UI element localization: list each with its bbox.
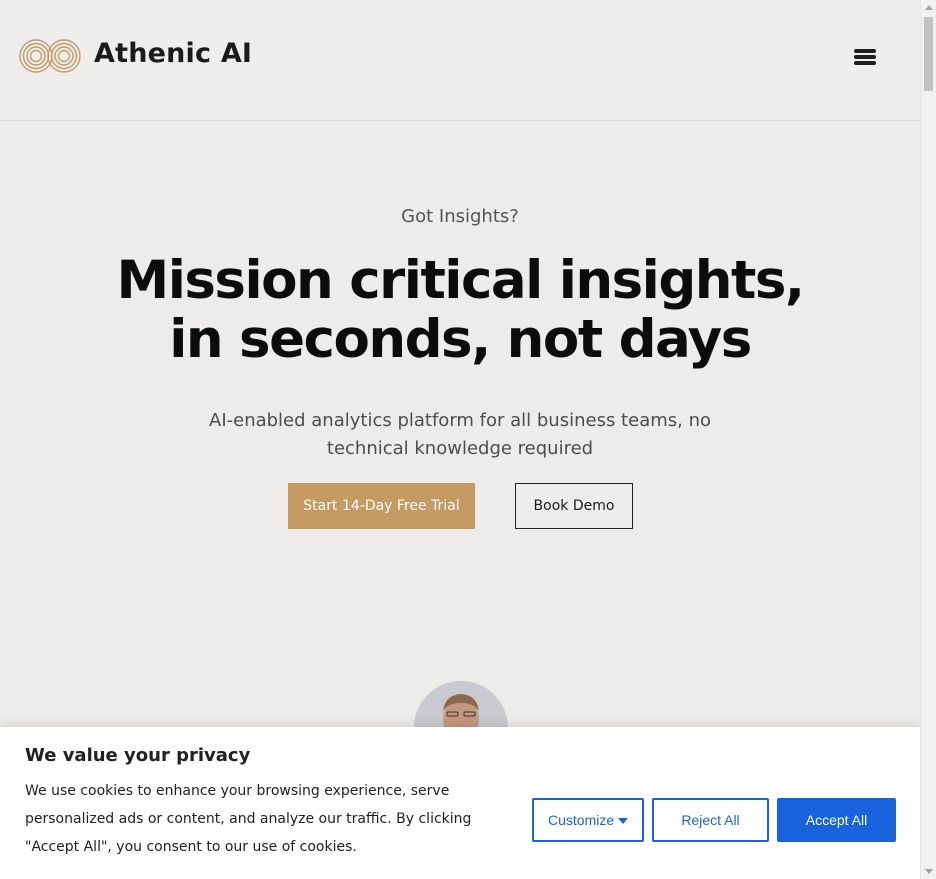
scroll-up-arrow-icon[interactable] [925, 5, 933, 10]
scroll-down-arrow-icon[interactable] [925, 869, 933, 874]
book-demo-button[interactable]: Book Demo [515, 483, 633, 529]
infinity-rings-logo[interactable] [19, 38, 81, 74]
headline-line-1: Mission critical insights, [116, 250, 805, 311]
reject-all-button[interactable]: Reject All [652, 798, 769, 842]
hero-headline: Mission critical insights, in seconds, n… [60, 251, 860, 369]
accept-all-button[interactable]: Accept All [777, 798, 896, 842]
cookie-banner-text: We use cookies to enhance your browsing … [25, 783, 472, 855]
headline-line-2: in seconds, not days [169, 309, 752, 370]
start-free-trial-button[interactable]: Start 14-Day Free Trial [288, 483, 475, 529]
page: Athenic AI Got Insights? Mission critica… [0, 0, 920, 879]
caret-down-icon [618, 818, 628, 824]
customize-label: Customize [548, 812, 615, 828]
site-header: Athenic AI [0, 0, 920, 121]
hero-eyebrow: Got Insights? [401, 206, 519, 227]
brand-name[interactable]: Athenic AI [94, 38, 252, 69]
hamburger-menu-icon[interactable] [852, 44, 880, 70]
cookie-banner-title: We value your privacy [25, 745, 251, 766]
vertical-scrollbar[interactable] [920, 0, 936, 879]
scrollbar-thumb[interactable] [924, 17, 933, 91]
customize-cookies-button[interactable]: Customize [532, 798, 644, 842]
cookie-consent-banner: We value your privacy We use cookies to … [0, 727, 920, 879]
hero-subheading: AI-enabled analytics platform for all bu… [209, 410, 711, 459]
